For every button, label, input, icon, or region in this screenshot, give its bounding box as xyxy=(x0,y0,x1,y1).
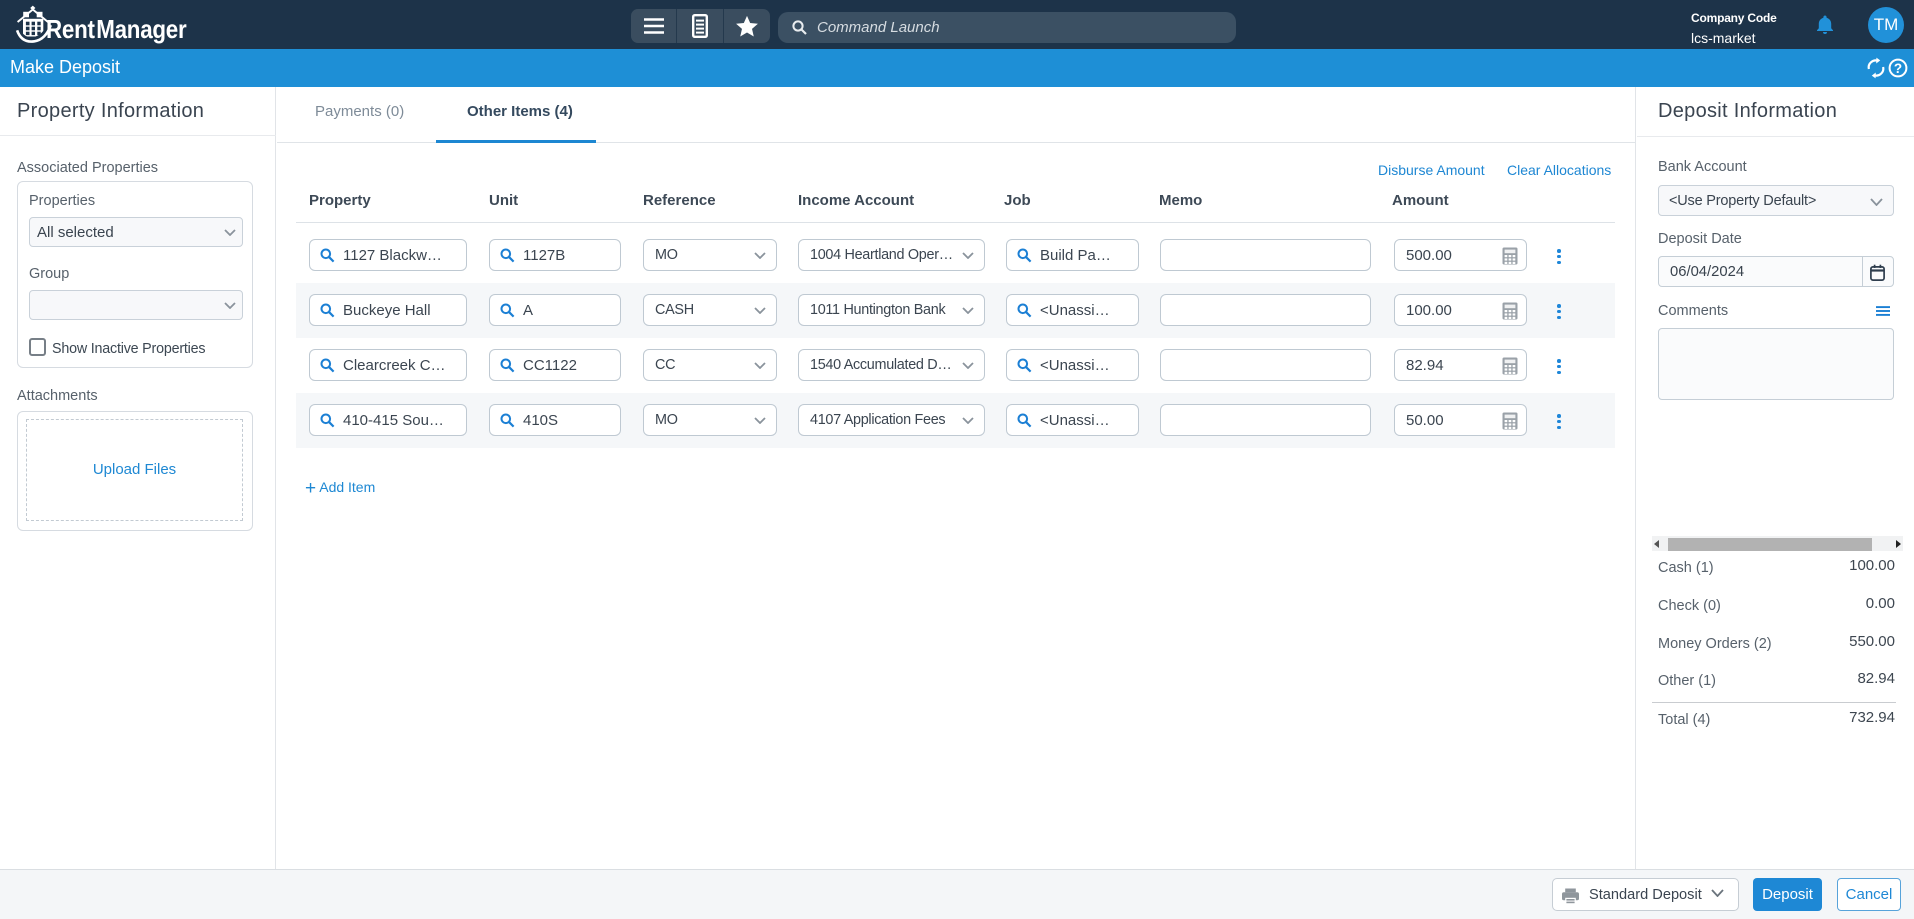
svg-text:?: ? xyxy=(1894,61,1902,76)
